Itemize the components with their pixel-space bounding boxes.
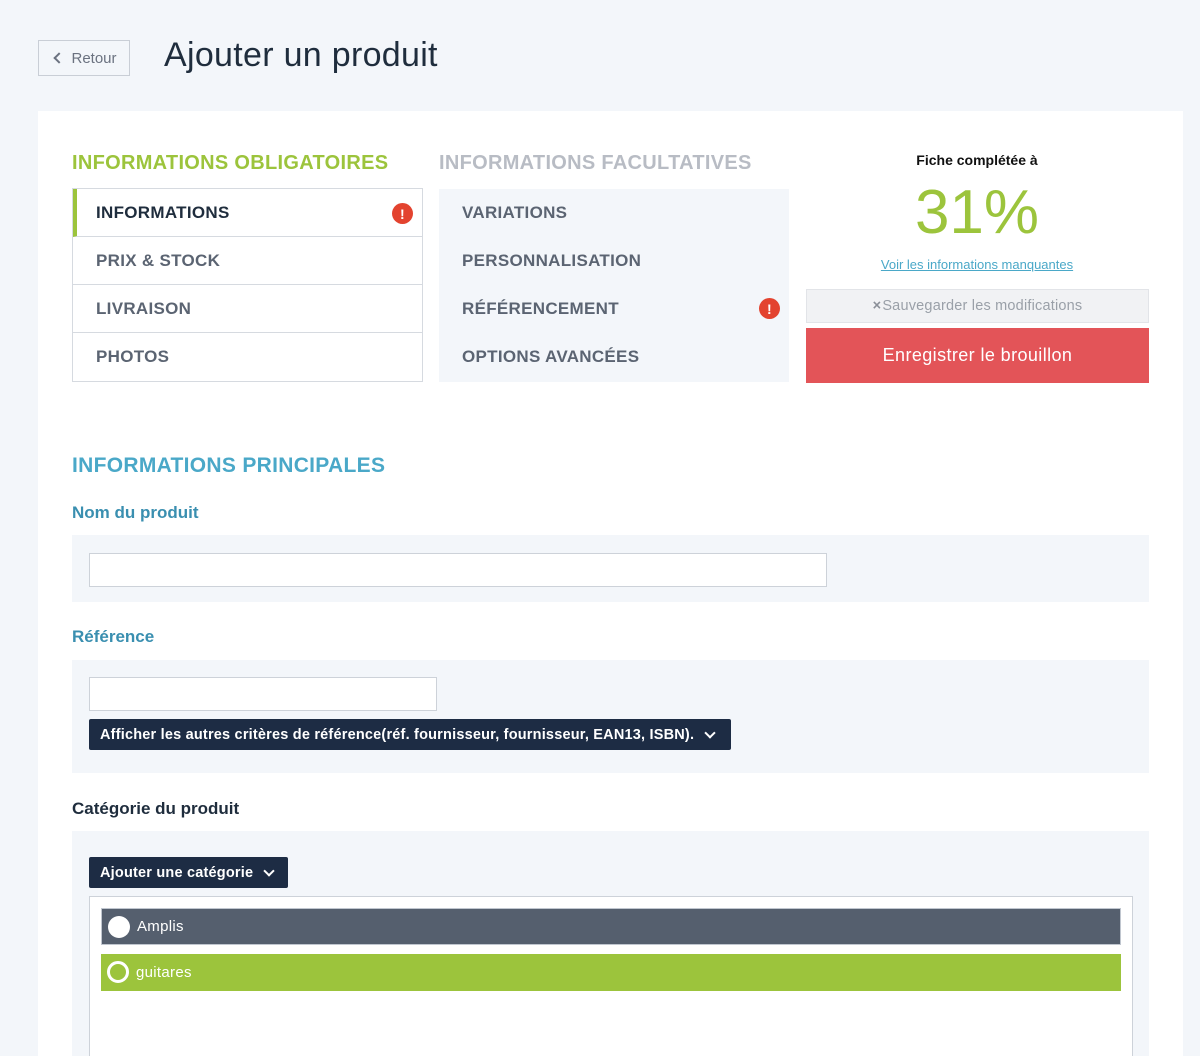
page-title: Ajouter un produit: [164, 36, 438, 74]
nav-item-options-avancees[interactable]: OPTIONS AVANCÉES: [439, 333, 789, 381]
category-item-guitares[interactable]: guitares: [101, 954, 1121, 991]
completion-label: Fiche complétée à: [916, 152, 1038, 168]
nav-item-label: VARIATIONS: [462, 203, 568, 222]
nav-item-referencement[interactable]: RÉFÉRENCEMENT !: [439, 285, 789, 333]
required-nav: INFORMATIONS ! PRIX & STOCK LIVRAISON PH…: [72, 188, 423, 382]
chevron-down-icon: [263, 864, 275, 877]
nav-item-prix-stock[interactable]: PRIX & STOCK: [73, 237, 422, 285]
product-name-label: Nom du produit: [72, 503, 199, 522]
nav-item-label: INFORMATIONS: [96, 202, 230, 222]
back-button-label: Retour: [71, 49, 117, 67]
chevron-left-icon: [53, 52, 66, 64]
completion-percent: 31%: [914, 178, 1040, 247]
alert-icon: !: [759, 298, 780, 319]
category-item-label: guitares: [136, 964, 192, 981]
add-category-label: Ajouter une catégorie: [100, 864, 254, 881]
category-box: Ajouter une catégorie Amplis guitares: [72, 831, 1149, 1056]
nav-item-label: PERSONNALISATION: [462, 251, 642, 270]
nav-item-informations[interactable]: INFORMATIONS !: [73, 189, 422, 237]
nav-item-variations[interactable]: VARIATIONS: [439, 189, 789, 237]
category-item-amplis[interactable]: Amplis: [101, 908, 1121, 945]
radio-icon[interactable]: [107, 961, 129, 983]
add-category-button[interactable]: Ajouter une catégorie: [89, 857, 288, 888]
radio-icon[interactable]: [108, 916, 130, 938]
category-label: Catégorie du produit: [72, 799, 240, 818]
nav-item-label: LIVRAISON: [96, 298, 192, 318]
nav-item-livraison[interactable]: LIVRAISON: [73, 285, 422, 333]
product-name-input[interactable]: [89, 553, 827, 587]
nav-item-label: PHOTOS: [96, 347, 170, 366]
product-name-box: [72, 535, 1149, 602]
back-button[interactable]: Retour: [38, 40, 130, 76]
optional-nav: VARIATIONS PERSONNALISATION RÉFÉRENCEMEN…: [439, 189, 789, 382]
nav-item-label: OPTIONS AVANCÉES: [462, 347, 640, 366]
save-changes-label: Sauvegarder les modifications: [882, 298, 1083, 314]
product-form-card: INFORMATIONS OBLIGATOIRES INFORMATIONS F…: [38, 111, 1183, 1056]
chevron-down-icon: [704, 726, 716, 739]
reference-label: Référence: [72, 627, 155, 646]
optional-section-title: INFORMATIONS FACULTATIVES: [439, 152, 752, 174]
nav-item-personnalisation[interactable]: PERSONNALISATION: [439, 237, 789, 285]
missing-info-link[interactable]: Voir les informations manquantes: [806, 257, 1148, 272]
reference-box: Afficher les autres critères de référenc…: [72, 660, 1149, 773]
category-list: Amplis guitares: [89, 896, 1133, 1056]
nav-item-label: RÉFÉRENCEMENT: [462, 299, 619, 318]
nav-item-label: PRIX & STOCK: [96, 250, 221, 270]
close-icon: ×: [872, 298, 882, 314]
category-item-label: Amplis: [137, 918, 184, 935]
required-section-title: INFORMATIONS OBLIGATOIRES: [72, 152, 389, 174]
save-changes-button[interactable]: × Sauvegarder les modifications: [806, 289, 1149, 323]
reference-input[interactable]: [89, 677, 437, 711]
nav-item-photos[interactable]: PHOTOS: [73, 333, 422, 381]
alert-icon: !: [392, 203, 413, 224]
save-draft-button[interactable]: Enregistrer le brouillon: [806, 328, 1149, 383]
more-reference-criteria-button[interactable]: Afficher les autres critères de référenc…: [89, 719, 731, 750]
more-reference-criteria-label: Afficher les autres critères de référenc…: [100, 726, 695, 743]
main-info-title: INFORMATIONS PRINCIPALES: [72, 454, 386, 477]
